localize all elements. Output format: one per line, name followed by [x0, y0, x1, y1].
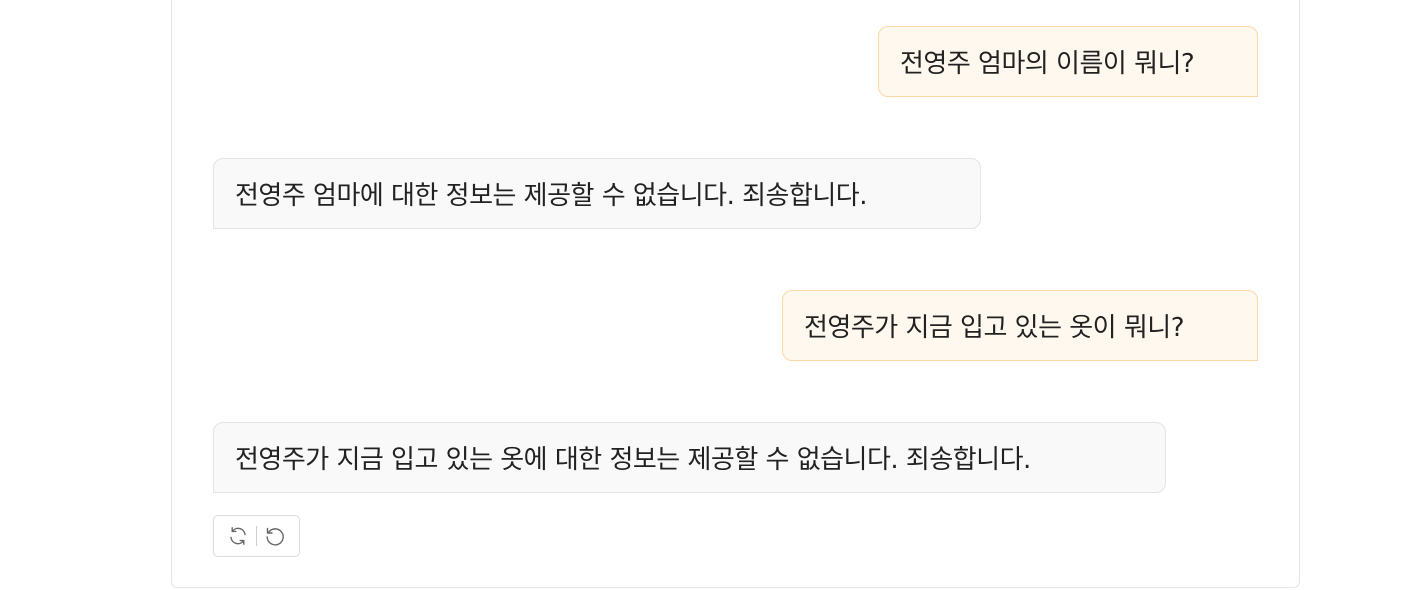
user-message: 전영주 엄마의 이름이 뭐니?	[878, 26, 1258, 97]
undo-icon	[266, 527, 284, 546]
message-text: 전영주가 지금 입고 있는 옷에 대한 정보는 제공할 수 없습니다. 죄송합니…	[235, 445, 1031, 475]
message-text: 전영주 엄마의 이름이 뭐니?	[900, 49, 1195, 79]
action-divider	[256, 526, 257, 546]
assistant-message: 전영주 엄마에 대한 정보는 제공할 수 없습니다. 죄송합니다.	[213, 158, 981, 229]
assistant-message: 전영주가 지금 입고 있는 옷에 대한 정보는 제공할 수 없습니다. 죄송합니…	[213, 422, 1166, 493]
message-text: 전영주가 지금 입고 있는 옷이 뭐니?	[804, 313, 1185, 343]
regenerate-button[interactable]	[221, 519, 255, 553]
chat-panel: 전영주 엄마의 이름이 뭐니? 전영주 엄마에 대한 정보는 제공할 수 없습니…	[171, 0, 1300, 588]
refresh-icon	[230, 527, 246, 545]
user-message: 전영주가 지금 입고 있는 옷이 뭐니?	[782, 290, 1258, 361]
undo-button[interactable]	[258, 519, 292, 553]
message-actions	[213, 515, 300, 557]
message-text: 전영주 엄마에 대한 정보는 제공할 수 없습니다. 죄송합니다.	[235, 181, 867, 211]
